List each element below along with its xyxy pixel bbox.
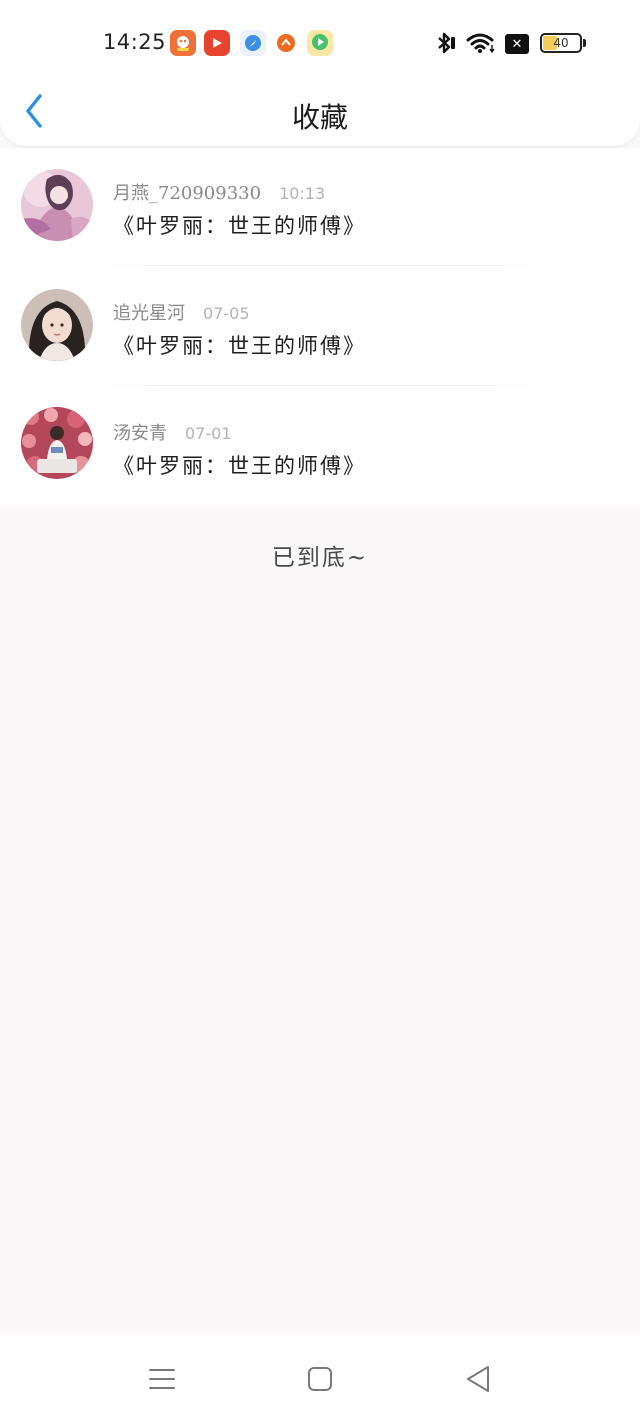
list-item[interactable]: 汤安青 07-01 《叶罗丽：世王的师傅》: [0, 388, 640, 508]
menu-icon: [149, 1369, 175, 1389]
favorite-username: 追光星河: [113, 303, 185, 324]
divider: [96, 265, 546, 266]
app-icon-orange-mascot: [170, 30, 196, 56]
back-triangle-icon: [467, 1366, 489, 1392]
favorite-time: 07-05: [203, 304, 250, 323]
battery-icon: 40: [540, 33, 582, 53]
battery-level: 40: [553, 36, 569, 50]
page-title: 收藏: [291, 101, 348, 134]
header-bar: 14:25 ✕ 40 收藏: [0, 0, 640, 146]
list-item[interactable]: 追光星河 07-05 《叶罗丽：世王的师傅》: [0, 268, 640, 388]
divider: [96, 385, 546, 386]
favorite-username: 月燕_720909330: [113, 183, 262, 204]
favorite-title: 《叶罗丽：世王的师傅》: [113, 454, 366, 478]
status-bar: 14:25 ✕ 40: [0, 22, 640, 64]
app-icon-blue-compass: [240, 30, 266, 56]
favorite-time: 07-01: [185, 424, 232, 443]
back-nav-button[interactable]: [461, 1362, 495, 1396]
avatar[interactable]: [21, 407, 93, 479]
favorite-title: 《叶罗丽：世王的师傅》: [113, 214, 366, 238]
app-icon-orange-circle: [273, 30, 299, 56]
favorite-user: 月燕_720909330 10:13: [113, 179, 325, 205]
wifi-icon: [466, 33, 495, 54]
list-item[interactable]: 月燕_720909330 10:13 《叶罗丽：世王的师傅》: [0, 148, 640, 268]
system-nav-bar: [0, 1334, 640, 1422]
home-button[interactable]: [303, 1362, 337, 1396]
favorite-time: 10:13: [279, 184, 326, 203]
end-of-list-text: 已到底~: [271, 545, 369, 571]
app-icon-green-play: [307, 30, 333, 56]
home-square-icon: [308, 1367, 332, 1391]
avatar[interactable]: [21, 169, 93, 241]
favorite-username: 汤安青: [113, 423, 167, 444]
favorite-title: 《叶罗丽：世王的师傅》: [113, 334, 366, 358]
favorite-user: 追光星河 07-05: [113, 299, 250, 325]
avatar[interactable]: [21, 289, 93, 361]
favorite-user: 汤安青 07-01: [113, 419, 232, 445]
bluetooth-icon: [438, 32, 455, 54]
menu-button[interactable]: [145, 1362, 179, 1396]
app-icon-red-play: [204, 30, 230, 56]
no-sim-icon: ✕: [505, 34, 529, 54]
favorites-list: 月燕_720909330 10:13 《叶罗丽：世王的师傅》 追光星河 07-05 …: [0, 148, 640, 506]
status-time: 14:25: [103, 30, 167, 54]
battery-cap: [583, 39, 586, 47]
